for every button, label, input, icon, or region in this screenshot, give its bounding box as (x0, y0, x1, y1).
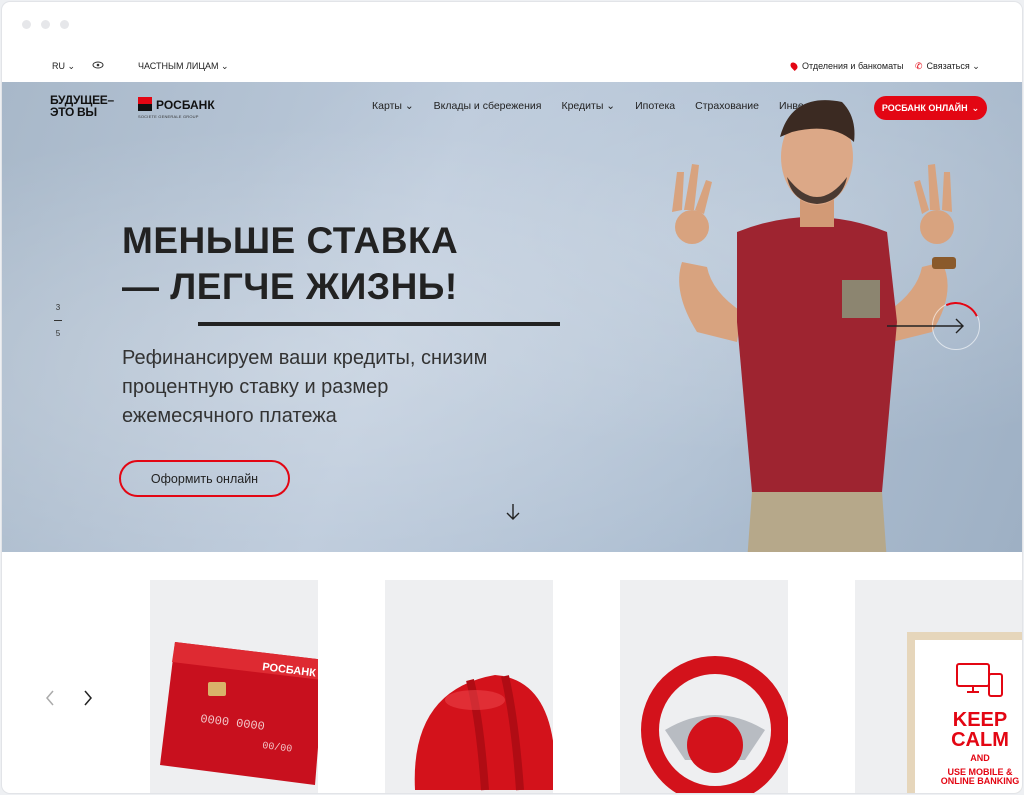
poster-line2: CALM (951, 729, 1009, 751)
eye-icon[interactable] (92, 59, 104, 71)
language-label: RU (52, 61, 65, 71)
phone-icon: ✆ (915, 61, 923, 71)
nav-label: Карты (372, 100, 402, 112)
product-card-auto-loan[interactable] (620, 580, 788, 793)
arrow-right-icon (887, 318, 964, 334)
slide-pager: 3 5 (54, 303, 62, 338)
nav-item-cards[interactable]: Карты ⌄ (372, 100, 414, 112)
poster-line5: ONLINE BANKING (940, 776, 1020, 786)
hero-banner: БУДУЩЕЕ– ЭТО ВЫ РОСБАНК SOCIETE GENERALE … (2, 82, 1022, 552)
nav-item-credits[interactable]: Кредиты ⌄ (561, 100, 615, 112)
product-card-online-banking[interactable]: KEEP CALM AND USE MOBILE & ONLINE BANKIN… (855, 580, 1022, 793)
hero-subtext: Рефинансируем ваши кредиты, снизим проце… (122, 344, 487, 431)
logo-mark-icon (138, 97, 152, 111)
branches-label: Отделения и банкоматы (802, 61, 904, 71)
window-chrome (2, 2, 1022, 46)
browser-window: RU ⌄ ЧАСТНЫМ ЛИЦАМ ⌄ Отделения и банкома… (2, 2, 1022, 793)
rosbank-logo[interactable]: БУДУЩЕЕ– ЭТО ВЫ РОСБАНК SOCIETE GENERALE … (50, 94, 230, 130)
product-card-insurance[interactable] (385, 580, 553, 793)
slide-current: 3 (55, 303, 61, 312)
poster-text: KEEP CALM AND USE MOBILE & ONLINE BANKIN… (915, 710, 1022, 786)
logo-brand: РОСБАНК (156, 98, 215, 112)
location-pin-icon (789, 61, 799, 71)
poster: KEEP CALM AND USE MOBILE & ONLINE BANKIN… (915, 640, 1022, 793)
headline-line1: МЕНЬШЕ СТАВКА (122, 220, 459, 261)
subtext-line1: Рефинансируем ваши кредиты, снизим (122, 347, 488, 369)
credit-card-image: РОСБАНК 0000 0000 00/00 (160, 642, 318, 785)
pager-divider (54, 320, 62, 321)
headline-underline (198, 322, 560, 326)
rosbank-online-button[interactable]: РОСБАНК ОНЛАЙН ⌄ (874, 96, 987, 120)
subtext-line3: ежемесячного платежа (122, 405, 337, 427)
subtext-line2: процентную ставку и размер (122, 376, 389, 398)
devices-icon (956, 663, 1003, 697)
contact-label: Связаться (926, 61, 970, 71)
poster-line3: AND (970, 753, 990, 763)
headline-line2: — ЛЕГЧЕ ЖИЗНЬ! (122, 266, 458, 307)
top-utility-bar: RU ⌄ ЧАСТНЫМ ЛИЦАМ ⌄ Отделения и банкома… (2, 54, 1022, 80)
slogan-line2: ЭТО ВЫ (50, 105, 97, 119)
window-dot[interactable] (60, 19, 69, 29)
contact-menu[interactable]: ✆ Связаться ⌄ (915, 61, 980, 72)
segment-label: ЧАСТНЫМ ЛИЦАМ (138, 61, 219, 71)
window-dot[interactable] (22, 19, 31, 29)
logo-slogan: БУДУЩЕЕ– ЭТО ВЫ (50, 94, 114, 118)
chevron-down-icon: ⌄ (971, 102, 980, 113)
steering-wheel-image (641, 656, 788, 793)
logo-subtitle: SOCIETE GENERALE GROUP (138, 114, 199, 119)
language-selector[interactable]: RU ⌄ (52, 61, 75, 72)
online-button-label: РОСБАНК ОНЛАЙН (881, 103, 968, 113)
hard-hat-image (414, 675, 553, 791)
branches-link[interactable]: Отделения и банкоматы (789, 61, 904, 71)
arrow-down-icon[interactable] (505, 503, 521, 521)
window-dot[interactable] (41, 19, 50, 29)
poster-line1: KEEP (952, 709, 1008, 731)
product-card-credit-card[interactable]: РОСБАНК 0000 0000 00/00 (150, 580, 318, 793)
chevron-right-icon[interactable] (82, 689, 94, 707)
segment-selector[interactable]: ЧАСТНЫМ ЛИЦАМ ⌄ (138, 61, 229, 72)
apply-online-button[interactable]: Оформить онлайн (119, 460, 290, 497)
nav-label: Кредиты (561, 100, 604, 112)
hero-headline: МЕНЬШЕ СТАВКА — ЛЕГЧЕ ЖИЗНЬ! (122, 218, 458, 310)
chevron-left-icon[interactable] (44, 689, 56, 707)
nav-item-deposits[interactable]: Вклады и сбережения (434, 100, 542, 112)
product-carousel: РОСБАНК 0000 0000 00/00 KEEP CALM AND US… (2, 580, 1022, 793)
slide-total: 5 (55, 329, 61, 338)
